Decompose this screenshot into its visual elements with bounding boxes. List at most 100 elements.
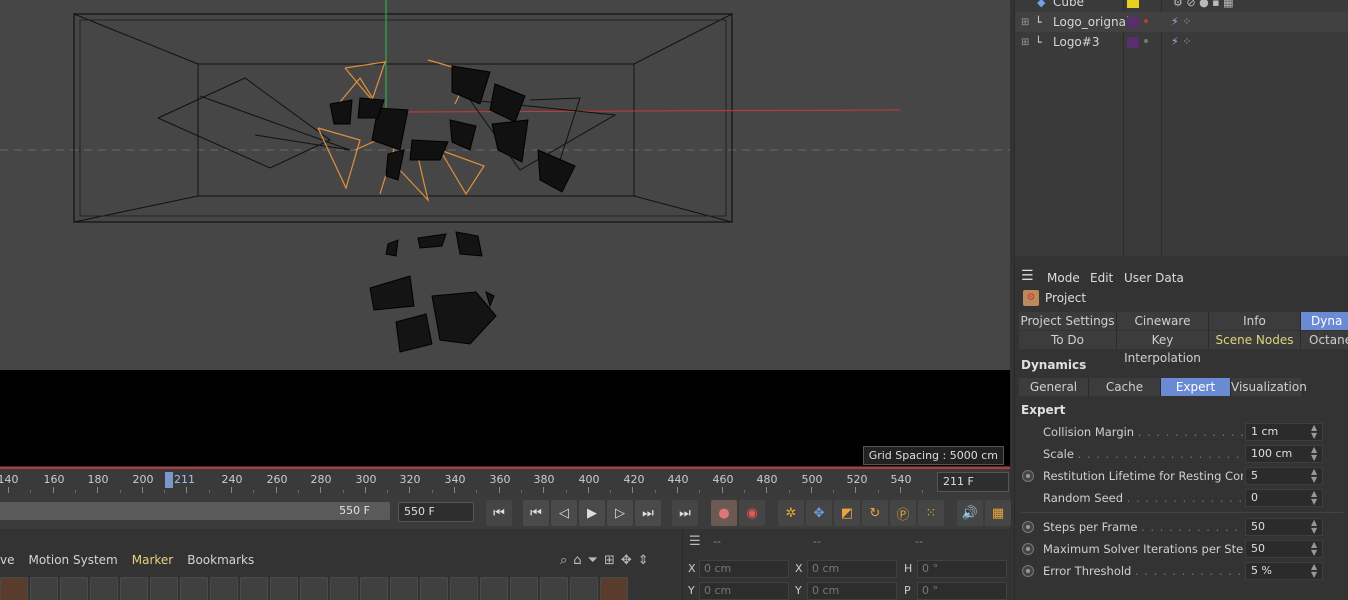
animate-radio[interactable] bbox=[1022, 470, 1034, 482]
playhead-handle[interactable] bbox=[165, 472, 173, 488]
layer-color-swatch[interactable] bbox=[1127, 37, 1139, 48]
tab-key-interpolation[interactable]: Key Interpolation bbox=[1117, 331, 1209, 365]
visibility-dot[interactable] bbox=[1144, 19, 1148, 23]
previous-key-button[interactable]: ⏮ bbox=[523, 500, 549, 526]
menu-mode[interactable]: Mode bbox=[1047, 271, 1080, 285]
tool-slot[interactable] bbox=[30, 577, 58, 600]
tool-slot[interactable] bbox=[540, 577, 568, 600]
keyframe-selection-button[interactable]: ✲ bbox=[778, 500, 804, 526]
stepper-icon[interactable]: ▲ ▼ bbox=[1311, 541, 1317, 557]
tool-slot[interactable] bbox=[570, 577, 598, 600]
menu-item[interactable]: ve bbox=[0, 553, 14, 567]
expand-icon[interactable]: ⊞ bbox=[1021, 37, 1029, 48]
layer-color-swatch[interactable] bbox=[1127, 0, 1139, 8]
tab-info[interactable]: Info bbox=[1209, 312, 1301, 330]
tool-slot[interactable] bbox=[240, 577, 268, 600]
hamburger-icon[interactable]: ☰ bbox=[1021, 268, 1034, 284]
next-key-button[interactable]: ⏭ bbox=[635, 500, 661, 526]
subtab-general[interactable]: General bbox=[1019, 378, 1089, 396]
tab-cineware[interactable]: Cineware bbox=[1117, 312, 1209, 330]
animate-radio[interactable] bbox=[1022, 521, 1034, 533]
rotation-p-field[interactable]: 0 ° bbox=[917, 582, 1007, 600]
expand-icon[interactable]: ⊞ bbox=[1021, 17, 1029, 28]
timeline-ruler[interactable]: 140 160 180 200 240 260 280 300 320 340 … bbox=[0, 467, 1010, 497]
tool-slot[interactable] bbox=[510, 577, 538, 600]
tool-slot[interactable] bbox=[300, 577, 328, 600]
tool-slot[interactable] bbox=[0, 577, 28, 600]
tag-icons[interactable]: ⚙ ⊘ ● ▪ ▦ bbox=[1173, 0, 1234, 9]
stepper-icon[interactable]: ▲ ▼ bbox=[1311, 468, 1317, 484]
rotation-key-button[interactable]: ↻ bbox=[862, 500, 888, 526]
stepper-icon[interactable]: ▲ ▼ bbox=[1311, 446, 1317, 462]
next-frame-button[interactable]: ▷ bbox=[607, 500, 633, 526]
stepper-icon[interactable]: ▲ ▼ bbox=[1311, 563, 1317, 579]
menu-item-marker[interactable]: Marker bbox=[132, 553, 173, 567]
tab-scene-nodes[interactable]: Scene Nodes bbox=[1209, 331, 1301, 349]
point-level-key-button[interactable]: ⁙ bbox=[918, 500, 944, 526]
3d-viewport[interactable]: Grid Spacing : 5000 cm bbox=[0, 0, 1010, 466]
record-keys-button[interactable]: ● bbox=[711, 500, 737, 526]
menu-user-data[interactable]: User Data bbox=[1124, 271, 1184, 285]
add-icon[interactable]: ⊞ bbox=[604, 553, 615, 568]
animate-radio[interactable] bbox=[1022, 543, 1034, 555]
tool-slot[interactable] bbox=[390, 577, 418, 600]
parameter-key-button[interactable]: Ⓟ bbox=[890, 500, 916, 526]
max-frame-field[interactable]: 550 F bbox=[398, 502, 474, 522]
rotation-h-field[interactable]: 0 ° bbox=[917, 560, 1007, 578]
tag-icons[interactable]: ⚡ ⁘ bbox=[1171, 15, 1191, 28]
tool-slot[interactable] bbox=[120, 577, 148, 600]
scale-key-button[interactable]: ◩ bbox=[834, 500, 860, 526]
tag-icons[interactable]: ⚡ ⁘ bbox=[1171, 35, 1191, 48]
filter-icon[interactable]: ⏷ bbox=[588, 553, 598, 568]
previous-frame-button[interactable]: ◁ bbox=[551, 500, 577, 526]
move-view-icon[interactable]: ✥ bbox=[621, 553, 632, 568]
tool-slot[interactable] bbox=[90, 577, 118, 600]
object-row-logo3[interactable]: ⊞ └ Logo#3 ⚡ ⁘ bbox=[1015, 32, 1348, 52]
size-y-field[interactable]: 0 cm bbox=[807, 582, 897, 600]
film-button[interactable]: ▦ bbox=[985, 500, 1011, 526]
tool-slot[interactable] bbox=[180, 577, 208, 600]
tool-slot[interactable] bbox=[150, 577, 178, 600]
home-icon[interactable]: ⌂ bbox=[573, 553, 581, 568]
position-y-field[interactable]: 0 cm bbox=[699, 582, 789, 600]
play-button[interactable]: ▶ bbox=[579, 500, 605, 526]
subtab-expert[interactable]: Expert bbox=[1161, 378, 1231, 396]
subtab-visualization[interactable]: Visualization bbox=[1231, 378, 1307, 396]
menu-item-bookmarks[interactable]: Bookmarks bbox=[187, 553, 254, 567]
playhead[interactable]: 211 bbox=[165, 472, 195, 488]
tool-slot[interactable] bbox=[450, 577, 478, 600]
sound-button[interactable]: 🔊 bbox=[957, 500, 983, 526]
frame-range-slider[interactable]: 550 F bbox=[0, 502, 390, 520]
go-to-end-button[interactable]: ⏭ bbox=[672, 500, 698, 526]
tool-slot[interactable] bbox=[420, 577, 448, 600]
tool-slot[interactable] bbox=[360, 577, 388, 600]
menu-item-motion-system[interactable]: Motion System bbox=[28, 553, 117, 567]
go-to-start-button[interactable]: ⏮ bbox=[486, 500, 512, 526]
tab-dynamics[interactable]: Dyna bbox=[1301, 312, 1348, 330]
search-icon[interactable]: ⌕ bbox=[560, 553, 567, 568]
tool-slot[interactable] bbox=[600, 577, 628, 600]
stepper-icon[interactable]: ▲ ▼ bbox=[1311, 490, 1317, 506]
object-row-logo-orignal[interactable]: ⊞ └ Logo_orignal ⚡ ⁘ bbox=[1015, 12, 1348, 32]
position-x-field[interactable]: 0 cm bbox=[699, 560, 789, 578]
tool-slot[interactable] bbox=[60, 577, 88, 600]
menu-edit[interactable]: Edit bbox=[1090, 271, 1113, 285]
tool-slot[interactable] bbox=[210, 577, 238, 600]
autokey-button[interactable]: ◉ bbox=[739, 500, 765, 526]
position-key-button[interactable]: ✥ bbox=[806, 500, 832, 526]
layer-color-swatch[interactable] bbox=[1127, 17, 1139, 28]
tab-to-do[interactable]: To Do bbox=[1019, 331, 1117, 349]
tab-octane[interactable]: Octane bbox=[1301, 331, 1348, 349]
visibility-dot[interactable] bbox=[1144, 39, 1148, 43]
zoom-icon[interactable]: ⇕ bbox=[638, 553, 649, 568]
current-frame-field[interactable]: 211 F bbox=[937, 472, 1009, 492]
tool-slot[interactable] bbox=[480, 577, 508, 600]
tool-slot[interactable] bbox=[270, 577, 298, 600]
tab-project-settings[interactable]: Project Settings bbox=[1019, 312, 1117, 330]
subtab-cache[interactable]: Cache bbox=[1089, 378, 1161, 396]
stepper-icon[interactable]: ▲ ▼ bbox=[1311, 424, 1317, 440]
stepper-icon[interactable]: ▲ ▼ bbox=[1311, 519, 1317, 535]
size-x-field[interactable]: 0 cm bbox=[807, 560, 897, 578]
object-row-cube[interactable]: ◆ Cube ⚙ ⊘ ● ▪ ▦ bbox=[1015, 0, 1348, 12]
tool-slot[interactable] bbox=[330, 577, 358, 600]
